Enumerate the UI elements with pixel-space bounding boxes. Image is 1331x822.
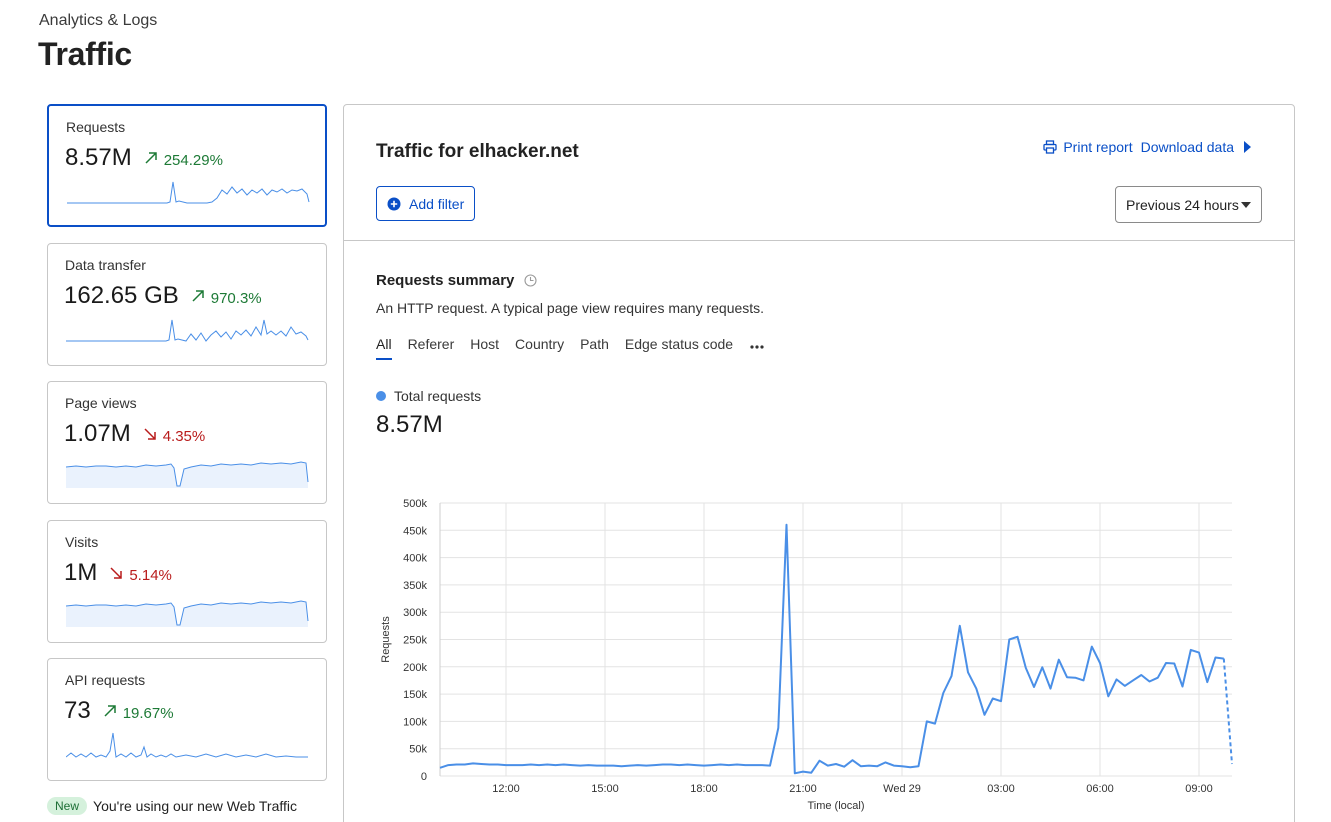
x-tick-label: 09:00 [1185,783,1213,795]
metric-value-row: 73 19.67% [64,697,174,725]
metric-value: 162.65 GB [64,282,179,309]
new-feature-notice: New You're using our new Web Traffic [47,797,297,815]
metric-sparkline [67,181,310,204]
caret-down-icon [1241,201,1251,208]
trend-down-arrow-icon [144,428,156,440]
metric-card-page-views[interactable]: Page views 1.07M 4.35% [47,381,327,504]
total-requests-value: 8.57M [376,411,443,438]
metric-sparkline [66,319,309,342]
requests-summary-heading: Requests summary [376,272,537,289]
x-tick-label: 06:00 [1086,783,1114,795]
x-tick-label: 15:00 [591,783,619,795]
y-tick-label: 450k [403,525,427,537]
printer-icon[interactable] [1043,140,1057,154]
expand-arrow-icon[interactable] [1242,140,1252,154]
x-tick-label: Wed 29 [883,783,921,795]
metric-value: 8.57M [65,144,132,171]
trend-up-arrow-icon [145,152,157,164]
x-axis-title: Time (local) [807,800,864,812]
tab-country[interactable]: Country [515,336,564,360]
new-badge: New [47,797,88,815]
metric-card-requests[interactable]: Requests 8.57M 254.29% [47,104,327,227]
legend-dot-icon [376,391,386,401]
series-line-total-requests [439,523,1224,775]
metric-label: Data transfer [65,257,146,273]
plus-circle-icon [387,197,401,210]
metric-card-visits[interactable]: Visits 1M 5.14% [47,520,327,643]
y-tick-label: 350k [403,580,427,592]
time-range-value: Previous 24 hours [1126,196,1239,213]
metric-value-row: 1M 5.14% [64,559,172,587]
clock-icon[interactable] [524,274,537,287]
add-filter-button[interactable]: Add filter [376,186,476,221]
metric-change: 19.67% [122,705,174,722]
page-title: Traffic [38,36,132,72]
metric-sparkline [66,600,309,627]
metric-value: 1M [64,559,98,586]
metric-change: 254.29% [163,152,223,169]
chart-legend: Total requests [376,388,481,404]
trend-up-arrow-icon [104,705,116,717]
trend-up-arrow-icon [192,290,204,302]
metric-label: Visits [65,534,99,550]
tab-all[interactable]: All [376,336,392,360]
more-options-icon[interactable] [749,338,765,354]
metric-card-data-transfer[interactable]: Data transfer 162.65 GB 970.3% [47,243,327,366]
x-tick-label: 21:00 [789,783,817,795]
metric-sparkline [66,461,309,488]
tab-referer[interactable]: Referer [408,336,455,360]
time-range-select[interactable]: Previous 24 hours [1115,186,1262,223]
y-tick-label: 50k [409,744,427,756]
tab-path[interactable]: Path [580,336,609,360]
metric-change: 970.3% [210,290,262,307]
metric-label: Requests [66,119,126,135]
y-tick-label: 0 [421,771,427,783]
notice-text: You're using our new Web Traffic [93,798,297,814]
metric-value-row: 162.65 GB 970.3% [64,282,262,310]
y-tick-label: 200k [403,662,427,674]
y-tick-label: 100k [403,716,427,728]
x-tick-label: 03:00 [987,783,1015,795]
y-tick-label: 400k [403,553,427,565]
requests-line-chart: 0 50k 100k 150k 200k 250k 300k 350k 400k 450k 500k… [380,498,1233,812]
metric-value: 1.07M [64,420,131,447]
metric-label: API requests [65,672,146,688]
metric-sparkline [66,732,308,758]
print-report-link[interactable]: Print report [1063,139,1132,155]
x-tick-label: 12:00 [492,783,520,795]
metric-change: 4.35% [162,428,206,445]
metric-value-row: 8.57M 254.29% [65,144,223,172]
trend-down-arrow-icon [110,567,123,579]
y-tick-label: 150k [403,689,427,701]
add-filter-label: Add filter [409,195,465,212]
panel-divider [344,240,1294,241]
traffic-panel: Traffic for elhacker.net Print report Do… [343,104,1295,822]
breakdown-tabs: All Referer Host Country Path Edge statu… [376,336,765,360]
metric-value-row: 1.07M 4.35% [64,420,205,448]
panel-title: Traffic for elhacker.net [376,141,579,162]
summary-description: An HTTP request. A typical page view req… [376,300,765,316]
y-tick-label: 500k [403,498,427,510]
series-line-projected [1222,658,1233,765]
metric-change: 5.14% [129,567,172,584]
y-tick-label: 300k [403,607,427,619]
summary-title: Requests summary [376,272,515,289]
metric-value: 73 [64,697,91,724]
breadcrumb[interactable]: Analytics & Logs [39,12,157,30]
tab-edge-status-code[interactable]: Edge status code [625,336,733,360]
y-tick-label: 250k [403,635,427,647]
legend-label: Total requests [394,388,482,404]
tab-host[interactable]: Host [470,336,499,360]
metric-card-api-requests[interactable]: API requests 73 19.67% [47,658,327,781]
x-tick-label: 18:00 [690,783,718,795]
metric-label: Page views [65,395,137,411]
y-axis-title: Requests [380,616,392,663]
download-data-link[interactable]: Download data [1141,139,1234,155]
report-actions: Print report Download data [1043,139,1252,155]
